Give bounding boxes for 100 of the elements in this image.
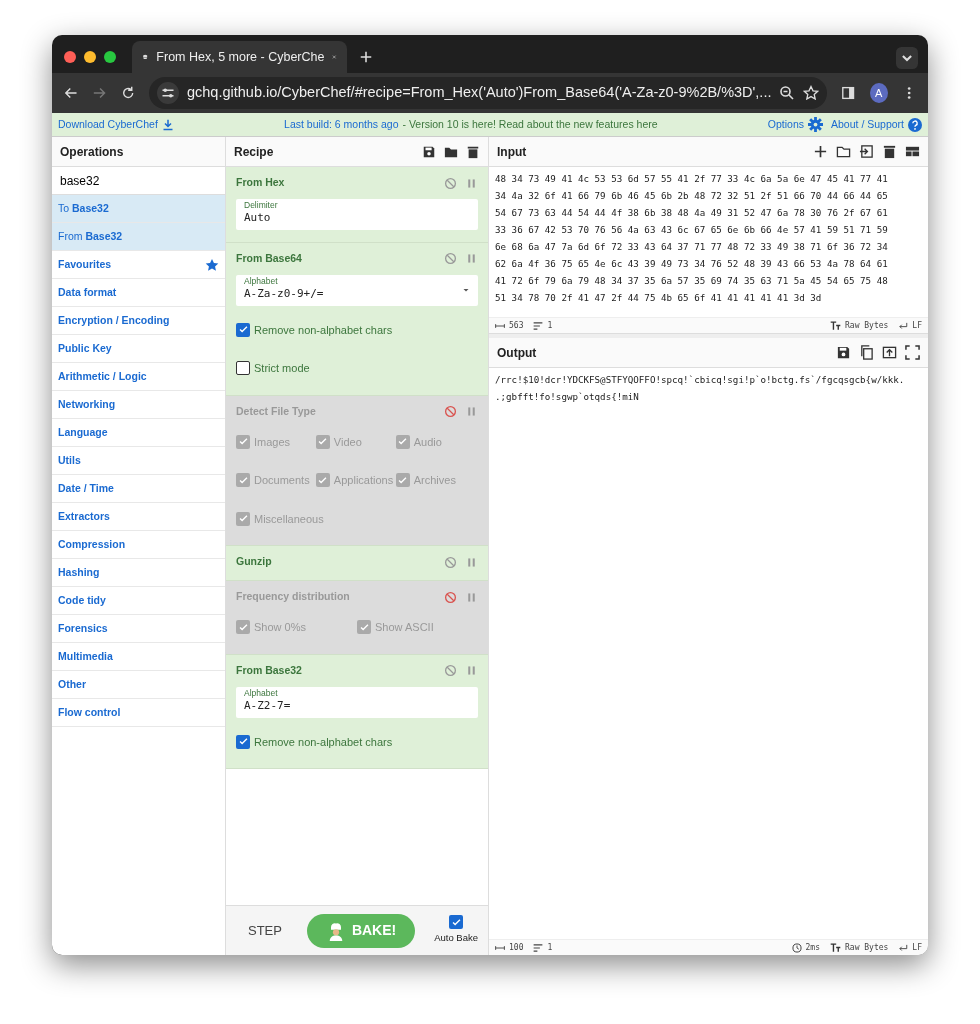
encoding-selector[interactable]: Raw Bytes	[845, 941, 889, 954]
checkbox[interactable]	[236, 322, 250, 337]
fullscreen-icon[interactable]	[905, 345, 920, 360]
input-field[interactable]: Delimiter Auto	[236, 199, 478, 230]
category-item[interactable]: Public Key	[58, 340, 112, 357]
recipe-operation[interactable]: From Hex Delimiter Auto	[226, 167, 488, 243]
category-item[interactable]: Networking	[58, 396, 116, 413]
star-icon[interactable]	[205, 257, 219, 272]
folder-icon[interactable]	[836, 144, 851, 159]
eol-selector[interactable]: LF	[912, 319, 922, 332]
encoding-selector[interactable]: Raw Bytes	[845, 319, 889, 332]
text-size-icon	[830, 942, 841, 953]
dropdown-field[interactable]: Alphabet A-Za-z0-9+/=	[236, 274, 478, 306]
settings-icon	[808, 117, 824, 132]
side-panel-icon[interactable]	[841, 85, 856, 101]
window-control-button[interactable]	[84, 51, 96, 63]
back-icon[interactable]	[64, 85, 79, 101]
operation-name: Frequency distribution	[236, 589, 350, 605]
checkbox-label: Audio	[413, 434, 442, 450]
category-item[interactable]: Encryption / Encoding	[58, 312, 170, 329]
about-link[interactable]: About / Support	[831, 116, 922, 133]
checkbox[interactable]	[236, 734, 250, 749]
star-icon[interactable]	[803, 85, 820, 101]
checkbox[interactable]	[236, 361, 250, 376]
checkbox-label: Images	[254, 434, 291, 450]
input-text-line: 62 6a 4f 36 75 65 4e 6c 43 39 49 73 34 76 52 48 39 43 66 53 4a 78 64 61	[495, 257, 889, 271]
bake-time: 2ms	[805, 941, 820, 954]
trash-icon[interactable]	[466, 144, 480, 159]
step-button[interactable]: STEP	[242, 919, 288, 942]
lines-icon	[533, 320, 544, 331]
checkbox[interactable]	[449, 915, 464, 930]
operation-name: From Base64	[236, 250, 302, 266]
window-control-button[interactable]	[64, 51, 76, 63]
options-link[interactable]: Options	[767, 116, 824, 133]
zoom-icon[interactable]	[779, 85, 796, 101]
category-item[interactable]: Multimedia	[58, 648, 113, 665]
input-field[interactable]: Alphabet A-Z2-7=	[236, 686, 478, 718]
layout-icon[interactable]	[905, 144, 920, 159]
category-item[interactable]: Language	[58, 424, 108, 441]
save-icon[interactable]	[836, 345, 851, 360]
category-item[interactable]: Compression	[58, 536, 126, 553]
new-tab-icon[interactable]	[359, 50, 373, 64]
category-item[interactable]: Code tidy	[58, 592, 106, 609]
window-control-button[interactable]	[104, 51, 116, 63]
category-item[interactable]: Data format	[58, 284, 117, 301]
category-item[interactable]: Forensics	[58, 620, 108, 637]
category-item[interactable]: Arithmetic / Logic	[58, 368, 147, 385]
operation-name: From Hex	[236, 175, 285, 191]
site-settings-icon[interactable]	[157, 82, 179, 104]
profile-avatar[interactable]: A	[869, 83, 888, 103]
category-item[interactable]: Extractors	[58, 508, 110, 525]
panel-title: Input	[497, 143, 527, 161]
build-link[interactable]: Last build: 6 months ago	[284, 116, 399, 133]
browser-tab[interactable]: From Hex, 5 more - CyberChe	[132, 41, 347, 73]
recipe-operation[interactable]: From Base64 Alphabet A-Za-z0-9+/= Remove non-alphabet chars Strict mode	[226, 242, 488, 396]
forward-icon[interactable]	[92, 85, 107, 101]
output-text-line: .;gbfft!fo!sgwp`otqds{!miN	[495, 390, 640, 404]
return-icon	[898, 320, 909, 331]
download-link[interactable]: Download CyberChef	[58, 116, 174, 133]
checkbox-label: Strict mode	[254, 361, 310, 377]
checkbox-label: Show 0%s	[254, 620, 306, 636]
input-text-line: 33 36 67 42 53 70 76 56 4a 63 43 6c 67 65 6e 6b 66 4e 57 41 59 51 71 59	[495, 223, 889, 237]
download-text: Download CyberChef	[58, 116, 158, 132]
category-item[interactable]: Flow control	[58, 704, 121, 721]
trash-icon[interactable]	[882, 144, 897, 159]
save-icon[interactable]	[422, 144, 436, 159]
operation-item[interactable]: To Base32	[58, 200, 109, 217]
reload-icon[interactable]	[120, 85, 135, 101]
input-text-line: 51 34 78 70 2f 41 47 2f 44 75 4b 65 6f 41 41 41 41 41 3d 3d	[495, 291, 823, 305]
upload-icon[interactable]	[882, 345, 897, 360]
help-icon	[908, 117, 922, 132]
category-item[interactable]: Utils	[58, 452, 81, 469]
recipe-operation[interactable]: From Base32 Alphabet A-Z2-7= Remove non-alphabet chars	[226, 654, 488, 770]
url-text: gchq.github.io/CyberChef/#recipe=From_Hex('Auto')From_Base64('A-Za-z0-9%2B/%3D',...	[187, 83, 772, 103]
category-item[interactable]: Favourites	[58, 256, 112, 273]
close-icon[interactable]	[332, 52, 337, 62]
input-text-line: 34 4a 32 6f 41 66 79 6b 46 45 6b 2b 48 72 32 51 2f 51 66 70 44 66 44 65	[495, 189, 889, 203]
tab-title: From Hex, 5 more - CyberChe	[156, 48, 325, 66]
category-item[interactable]: Date / Time	[58, 480, 114, 497]
insert-icon[interactable]	[859, 144, 874, 159]
checkbox-label: Miscellaneous	[254, 511, 324, 527]
version-notice: - Version 10 is here! Read about the new features here	[402, 116, 658, 132]
line-count: 1	[547, 319, 553, 332]
checkbox-label: Video	[333, 434, 362, 450]
input-text-line: 6e 68 6a 47 7a 6d 6f 72 33 43 64 37 71 77 48 72 33 49 38 71 6f 36 72 34	[495, 240, 889, 254]
eol-selector[interactable]: LF	[912, 941, 922, 954]
input-text-line: 41 72 6f 79 6a 79 48 34 37 35 6a 57 35 69 74 35 63 71 5a 45 54 65 75 48	[495, 274, 889, 288]
category-item[interactable]: Other	[58, 676, 86, 693]
add-icon[interactable]	[813, 144, 828, 159]
category-item[interactable]: Hashing	[58, 564, 100, 581]
copy-icon[interactable]	[859, 345, 874, 360]
address-bar[interactable]: gchq.github.io/CyberChef/#recipe=From_Hex('Auto')From_Base64('A-Za-z0-9%2B/%3D',...	[149, 77, 828, 109]
input-text-line: 48 34 73 49 41 4c 53 53 6d 57 55 41 2f 77 33 4c 6a 5a 6e 47 45 41 77 41	[495, 172, 889, 186]
options-text: Options	[767, 116, 805, 132]
checkbox-label: Show ASCII	[375, 620, 434, 636]
checkbox-label: Remove non-alphabet chars	[254, 734, 393, 750]
tab-menu-icon[interactable]	[896, 47, 918, 69]
checkbox-label: Archives	[413, 473, 456, 489]
panel-title: Recipe	[234, 143, 274, 161]
checkbox-label: Remove non-alphabet chars	[254, 322, 393, 338]
